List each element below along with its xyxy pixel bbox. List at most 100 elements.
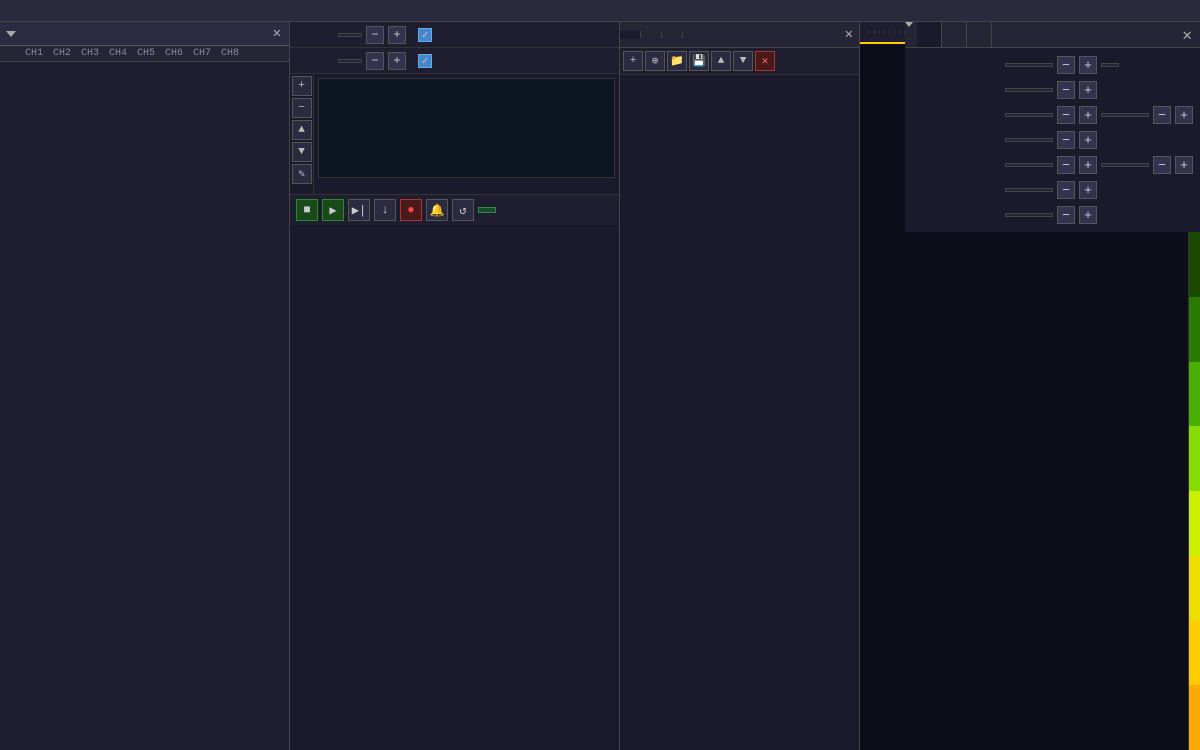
step-decrement-button[interactable]: −: [366, 52, 384, 70]
pattern-length-row: − +: [911, 179, 1194, 201]
tick-rate-row: − +: [911, 54, 1194, 76]
pattern-length-value: [1005, 188, 1053, 192]
step-row: − + ✓: [290, 48, 619, 74]
sl-decrement-button[interactable]: −: [1057, 206, 1075, 224]
inst-delete-button[interactable]: ✕: [755, 51, 775, 71]
divider-row: − +: [911, 129, 1194, 151]
sl-increment-button[interactable]: +: [1079, 206, 1097, 224]
pl-decrement-button[interactable]: −: [1057, 181, 1075, 199]
right-panel: ✕ − + − + − + −: [905, 22, 1200, 750]
menu-help[interactable]: [84, 9, 92, 13]
dsp-header: [860, 22, 905, 44]
instruments-close-button[interactable]: ✕: [839, 26, 859, 43]
inst-duplicate-button[interactable]: ⊕: [645, 51, 665, 71]
vt2-increment-button[interactable]: +: [1175, 106, 1193, 124]
divider-decrement-button[interactable]: −: [1057, 131, 1075, 149]
follow-pattern-checkbox[interactable]: ✓: [418, 54, 432, 68]
vt-decrement-button[interactable]: −: [1057, 106, 1075, 124]
vt2-decrement-button[interactable]: −: [1153, 106, 1171, 124]
hl2-increment-button[interactable]: +: [1175, 156, 1193, 174]
virtual-tempo-row: − + − +: [911, 104, 1194, 126]
tracker-rows: [860, 44, 905, 750]
record-button[interactable]: ●: [400, 199, 422, 221]
instruments-toolbar: + ⊕ 📁 💾 ▲ ▼ ✕: [620, 48, 859, 75]
level-meter: [1188, 232, 1200, 750]
next-pattern-button[interactable]: ▶|: [348, 199, 370, 221]
speed-row: − +: [911, 79, 1194, 101]
play-pattern-button[interactable]: ↓: [374, 199, 396, 221]
side-tool-button[interactable]: ✎: [292, 164, 312, 184]
inst-down-button[interactable]: ▼: [733, 51, 753, 71]
tab-wavetables[interactable]: [641, 32, 662, 38]
stop-button[interactable]: ■: [296, 199, 318, 221]
level-seg-4: [1189, 426, 1200, 491]
tab-subsongs[interactable]: [942, 22, 967, 47]
level-seg-6: [1189, 556, 1200, 621]
side-minus-button[interactable]: −: [292, 98, 312, 118]
hl1-decrement-button[interactable]: −: [1057, 156, 1075, 174]
step-value: [338, 59, 362, 63]
follow-pattern-container: ✓: [418, 54, 436, 68]
hl2-decrement-button[interactable]: −: [1153, 156, 1171, 174]
inst-save-button[interactable]: 💾: [689, 51, 709, 71]
level-seg-8: [1189, 685, 1200, 750]
waveform-display: [318, 78, 615, 178]
tick-rate-decrement-button[interactable]: −: [1057, 56, 1075, 74]
side-down-button[interactable]: ▼: [292, 142, 312, 162]
tab-samples[interactable]: [662, 32, 683, 38]
playback-controls: ■ ▶ ▶| ↓ ● 🔔 ↺: [290, 194, 619, 225]
divider-increment-button[interactable]: +: [1079, 131, 1097, 149]
tab-speed[interactable]: [967, 22, 992, 47]
speed-increment-button[interactable]: +: [1079, 81, 1097, 99]
ch8-header: CH8: [216, 47, 244, 60]
song-info-tabs: ✕: [905, 22, 1200, 48]
song-info-close-button[interactable]: ✕: [1174, 22, 1200, 47]
orders-close-button[interactable]: ✕: [271, 25, 283, 42]
ch7-header: CH7: [188, 47, 216, 60]
main-layout: ✕ CH1 CH2 CH3 CH4 CH5 CH6 CH7 CH8 −: [0, 22, 1200, 750]
orders-header: ✕: [0, 22, 289, 46]
vt-increment-button[interactable]: +: [1079, 106, 1097, 124]
orders-triangle-icon: [6, 31, 16, 37]
tracker-area: [860, 22, 905, 750]
instruments-list: [620, 75, 859, 750]
menu-settings[interactable]: [44, 9, 52, 13]
octave-increment-button[interactable]: +: [388, 26, 406, 44]
menu-window[interactable]: [64, 9, 72, 13]
mute-button[interactable]: 🔔: [426, 199, 448, 221]
level-seg-2: [1189, 297, 1200, 362]
side-up-button[interactable]: ▲: [292, 120, 312, 140]
menu-edit[interactable]: [24, 9, 32, 13]
waveform-previews: [905, 232, 1200, 750]
follow-orders-checkbox[interactable]: ✓: [418, 28, 432, 42]
tab-song-info[interactable]: [917, 22, 942, 47]
song-length-value: [1005, 213, 1053, 217]
inst-folder-button[interactable]: 📁: [667, 51, 687, 71]
step-increment-button[interactable]: +: [388, 52, 406, 70]
octave-row: − + ✓: [290, 22, 619, 48]
loop-button[interactable]: ↺: [452, 199, 474, 221]
level-seg-3: [1189, 362, 1200, 427]
side-add-button[interactable]: +: [292, 76, 312, 96]
ch5-header: CH5: [132, 47, 160, 60]
play-button[interactable]: ▶: [322, 199, 344, 221]
level-seg-7: [1189, 621, 1200, 686]
poly-button[interactable]: [478, 207, 496, 213]
menu-file[interactable]: [4, 9, 12, 13]
octave-decrement-button[interactable]: −: [366, 26, 384, 44]
highlight-value1: [1005, 163, 1053, 167]
tick-rate-increment-button[interactable]: +: [1079, 56, 1097, 74]
inst-up-button[interactable]: ▲: [711, 51, 731, 71]
tick-rate-value: [1005, 63, 1053, 67]
orders-column-headers: CH1 CH2 CH3 CH4 CH5 CH6 CH7 CH8: [0, 46, 289, 62]
divider-value: [1005, 138, 1053, 142]
row-num-header: [0, 47, 20, 60]
pl-increment-button[interactable]: +: [1079, 181, 1097, 199]
speed-value: [1005, 88, 1053, 92]
inst-add-button[interactable]: +: [623, 51, 643, 71]
hl1-increment-button[interactable]: +: [1079, 156, 1097, 174]
speed-decrement-button[interactable]: −: [1057, 81, 1075, 99]
instrument-none[interactable]: [620, 75, 859, 80]
ch4-header: CH4: [104, 47, 132, 60]
tab-instruments[interactable]: [620, 31, 641, 39]
